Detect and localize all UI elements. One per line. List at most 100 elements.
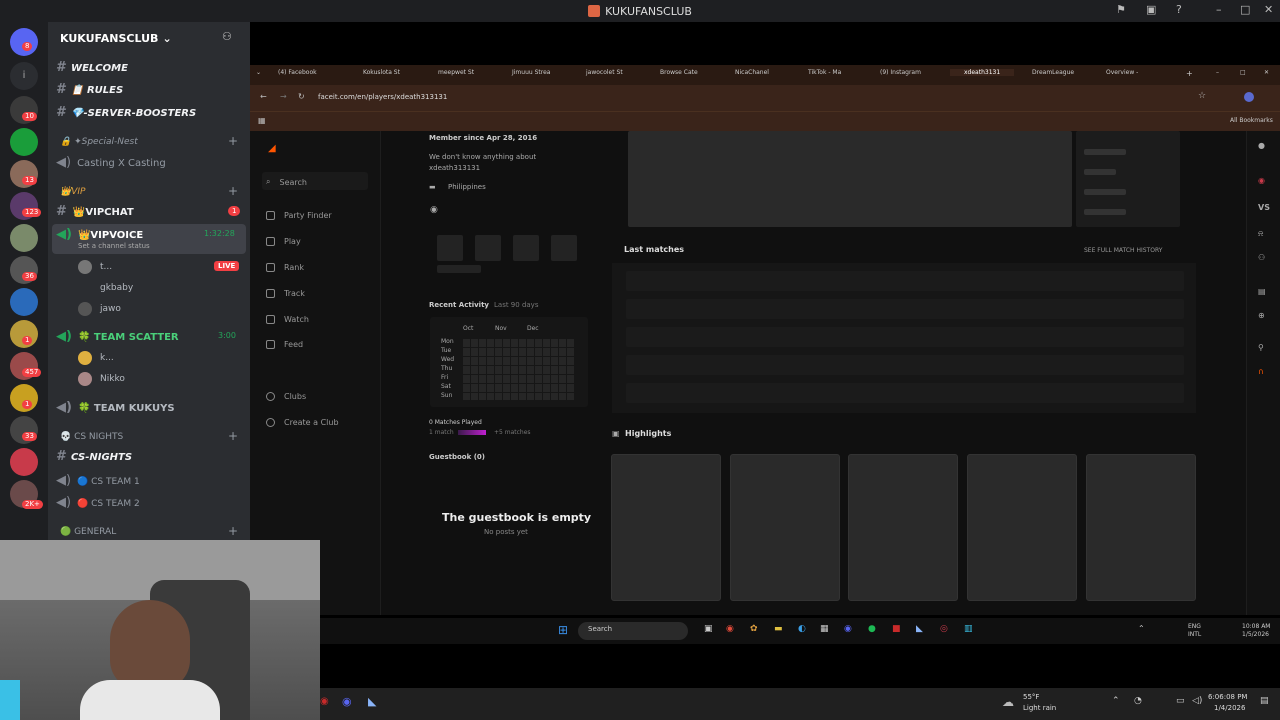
- browser-tab[interactable]: DreamLeague: [1032, 69, 1074, 76]
- browser-tab[interactable]: meepwet St: [438, 69, 474, 76]
- channel-team-kukuys[interactable]: ◀) 🍀 TEAM KUKUYS: [56, 400, 175, 415]
- discord-icon[interactable]: ◉: [342, 695, 352, 708]
- channel-boosters[interactable]: # 💎-SERVER-BOOSTERS: [56, 105, 196, 120]
- server-icon[interactable]: [10, 288, 38, 316]
- nav-feed[interactable]: Feed: [266, 340, 303, 349]
- voice-user[interactable]: k...: [78, 351, 114, 365]
- category-general[interactable]: 🟢 GENERAL: [60, 527, 116, 537]
- discord-icon[interactable]: ◉: [844, 624, 852, 634]
- voice-user[interactable]: gkbaby: [78, 281, 133, 295]
- inbox-icon[interactable]: ▣: [1146, 3, 1156, 16]
- maximize-button[interactable]: □: [1240, 3, 1250, 16]
- user-icon[interactable]: ●: [1258, 141, 1265, 150]
- chat-icon[interactable]: ▤: [1258, 287, 1266, 296]
- language[interactable]: ENG: [1188, 623, 1201, 630]
- add-channel-icon[interactable]: +: [228, 184, 238, 198]
- tab-list-icon[interactable]: ⌄: [256, 69, 261, 76]
- url-field[interactable]: faceit.com/en/players/xdeath313131: [318, 93, 447, 101]
- headset-icon[interactable]: ∩: [1258, 367, 1264, 376]
- chrome-icon[interactable]: ◉: [726, 624, 734, 634]
- app-icon[interactable]: ◉: [320, 696, 329, 707]
- voice-user[interactable]: t...: [78, 260, 112, 274]
- steam-icon[interactable]: ◣: [916, 624, 923, 634]
- category-special-nest[interactable]: 🔒 ✦Special-Nest: [60, 137, 138, 147]
- all-bookmarks[interactable]: All Bookmarks: [1230, 117, 1273, 124]
- profile-icon[interactable]: ⚲: [1258, 343, 1264, 352]
- weather-icon[interactable]: ☁: [1002, 695, 1014, 709]
- edge-icon[interactable]: ◐: [798, 624, 806, 634]
- server-icon[interactable]: i: [10, 62, 38, 90]
- vs-button[interactable]: VS: [1258, 203, 1270, 212]
- minimize-button[interactable]: –: [1216, 69, 1219, 76]
- back-icon[interactable]: ←: [260, 92, 267, 101]
- nav-create-club[interactable]: Create a Club: [266, 418, 339, 427]
- voice-user[interactable]: jawo: [78, 302, 121, 316]
- voice-user[interactable]: Nikko: [78, 372, 125, 386]
- channel-welcome[interactable]: # WELCOME: [56, 60, 128, 75]
- apps-icon[interactable]: ▦: [258, 116, 266, 125]
- highlight-card[interactable]: [848, 454, 958, 601]
- highlight-card[interactable]: [611, 454, 721, 601]
- browser-tab[interactable]: jawocolet St: [586, 69, 623, 76]
- start-icon[interactable]: ⊞: [558, 623, 568, 637]
- wifi-icon[interactable]: ◔: [1134, 696, 1142, 706]
- highlight-card[interactable]: [1086, 454, 1196, 601]
- highlight-card[interactable]: [967, 454, 1077, 601]
- browser-tab[interactable]: Kokuslota St: [363, 69, 400, 76]
- bell-icon[interactable]: ⍾: [1258, 229, 1263, 239]
- volume-icon[interactable]: ◁): [1192, 696, 1202, 706]
- forward-icon[interactable]: →: [280, 92, 287, 101]
- browser-tab[interactable]: (9) Instagram: [880, 69, 921, 76]
- profile-avatar[interactable]: [1244, 92, 1254, 102]
- server-header[interactable]: KUKUFANSCLUB ⌄: [48, 22, 250, 54]
- app-icon[interactable]: ▣: [704, 624, 713, 634]
- channel-cs-nights[interactable]: # CS-NIGHTS: [56, 449, 132, 464]
- see-full-history-link[interactable]: SEE FULL MATCH HISTORY: [1084, 247, 1162, 254]
- server-icon[interactable]: [10, 448, 38, 476]
- flag-icon[interactable]: ⚑: [1116, 3, 1126, 16]
- clock-time[interactable]: 6:06:08 PM: [1208, 693, 1247, 701]
- browser-tab[interactable]: Overview -: [1106, 69, 1138, 76]
- close-button[interactable]: ✕: [1264, 3, 1273, 16]
- browser-tab[interactable]: Browse Cate: [660, 69, 698, 76]
- app-icon[interactable]: ✿: [750, 624, 758, 634]
- add-channel-icon[interactable]: +: [228, 429, 238, 443]
- channel-casting[interactable]: ◀) Casting X Casting: [56, 155, 166, 170]
- close-button[interactable]: ✕: [1264, 69, 1269, 76]
- app-icon[interactable]: ◎: [940, 624, 948, 634]
- channel-status[interactable]: Set a channel status: [78, 242, 150, 250]
- maximize-button[interactable]: □: [1240, 69, 1246, 76]
- nav-search[interactable]: ⌕ Search: [266, 177, 307, 187]
- app-icon[interactable]: ■: [892, 624, 901, 634]
- spotify-icon[interactable]: ●: [868, 624, 876, 634]
- channel-vipvoice[interactable]: ◀) 👑VIPVOICE: [56, 227, 143, 242]
- notification-icon[interactable]: ▤: [1260, 696, 1269, 706]
- browser-tab-active[interactable]: xdeath3131: [950, 69, 1015, 76]
- nav-clubs[interactable]: Clubs: [266, 392, 306, 401]
- clock-time[interactable]: 10:08 AM: [1242, 623, 1270, 630]
- faceit-logo-icon[interactable]: ◢: [268, 143, 276, 154]
- steam-icon[interactable]: ◉: [430, 205, 438, 215]
- network-icon[interactable]: ▭: [1176, 696, 1185, 706]
- nav-rank[interactable]: Rank: [266, 263, 304, 272]
- tray-chevron-icon[interactable]: ⌃: [1112, 696, 1120, 706]
- nav-play[interactable]: Play: [266, 237, 301, 246]
- add-channel-icon[interactable]: +: [228, 134, 238, 148]
- steam-icon[interactable]: ◣: [368, 695, 376, 708]
- folder-icon[interactable]: ▬: [774, 624, 783, 634]
- category-vip[interactable]: 👑VIP: [60, 187, 85, 197]
- server-icon[interactable]: [10, 224, 38, 252]
- browser-tab[interactable]: NicaChanel: [735, 69, 769, 76]
- add-icon[interactable]: ⊕: [1258, 311, 1265, 320]
- channel-vipchat[interactable]: # 👑VIPCHAT: [56, 204, 134, 219]
- browser-tab[interactable]: Jimuuu Strea: [512, 69, 550, 76]
- tray-chevron-icon[interactable]: ⌃: [1138, 624, 1145, 633]
- kick-server-icon[interactable]: [10, 128, 38, 156]
- new-tab-icon[interactable]: +: [1186, 69, 1193, 78]
- bookmark-star-icon[interactable]: ☆: [1198, 91, 1206, 101]
- app-icon[interactable]: ▥: [964, 624, 973, 634]
- minimize-button[interactable]: –: [1216, 3, 1222, 16]
- nav-track[interactable]: Track: [266, 289, 305, 298]
- channel-team-scatter[interactable]: ◀) 🍀 TEAM SCATTER: [56, 329, 179, 344]
- friends-icon[interactable]: ⚇: [1258, 253, 1265, 262]
